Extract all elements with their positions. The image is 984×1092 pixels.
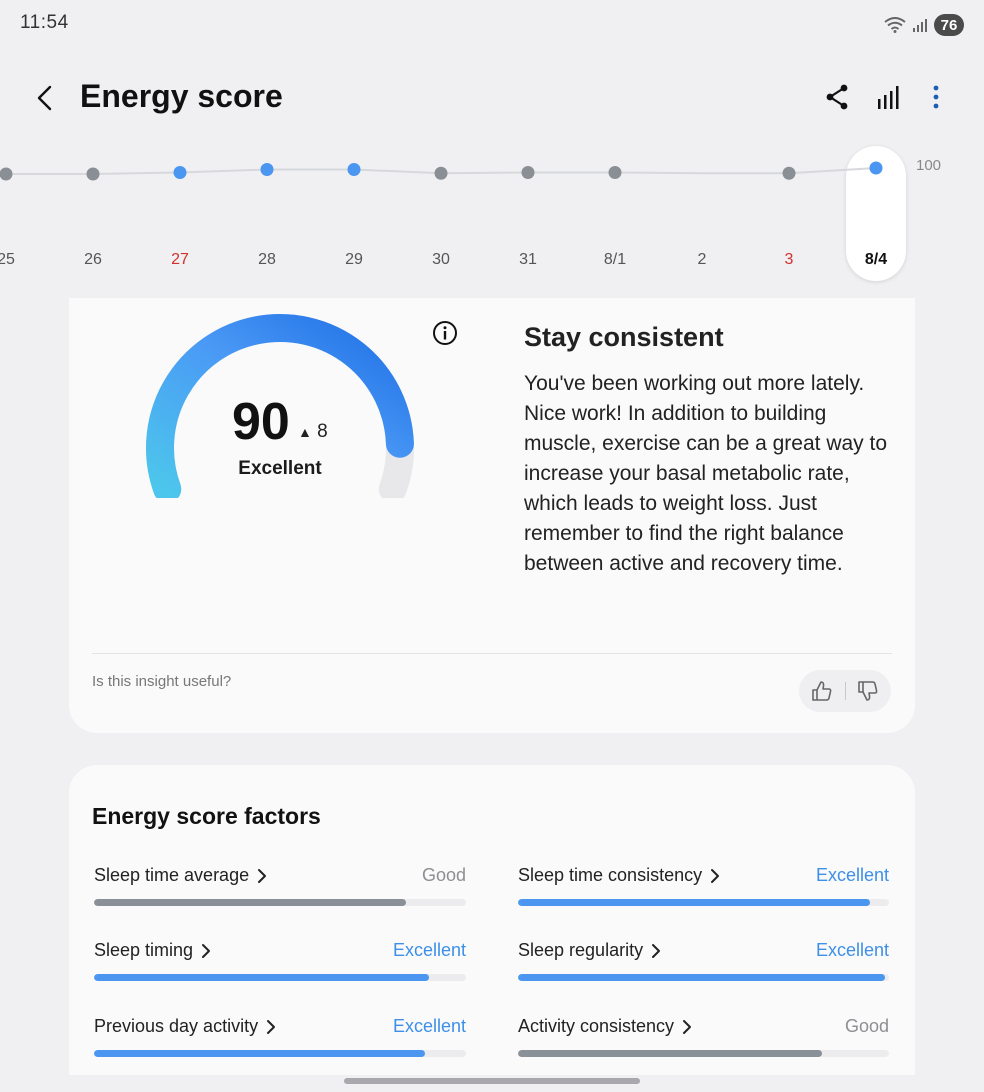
score-point-8-4[interactable] (869, 161, 883, 175)
factor-progress-fill (518, 974, 886, 981)
factor-progress-fill (518, 899, 871, 906)
factor-status: Excellent (392, 1016, 466, 1036)
date-label[interactable]: 25 (0, 251, 15, 269)
date-label[interactable]: 29 (345, 251, 363, 269)
battery-indicator: 76 (934, 14, 964, 36)
page-title: Energy score (80, 78, 283, 114)
factor-name: Activity consistency (518, 1016, 675, 1036)
factor-name: Sleep time consistency (518, 865, 703, 885)
score-point-26[interactable] (86, 167, 100, 181)
date-label[interactable]: 28 (258, 251, 276, 269)
chevron-right-icon (202, 943, 211, 958)
factor-name: Sleep time average (94, 865, 250, 885)
home-indicator[interactable] (344, 1078, 640, 1084)
chevron-right-icon (683, 1019, 692, 1034)
wifi-icon (884, 17, 906, 33)
score-point-3[interactable] (782, 166, 796, 180)
date-label[interactable]: 3 (785, 251, 794, 269)
score-delta-value: 8 (317, 421, 328, 442)
chevron-right-icon (711, 868, 720, 883)
factor-progress-fill (518, 1050, 823, 1057)
factor-progress-track (94, 1050, 466, 1057)
score-point-28[interactable] (260, 163, 274, 176)
factor-link[interactable]: Previous day activity (94, 1016, 278, 1037)
factor-link[interactable]: Sleep time average (94, 865, 269, 886)
score-point-29[interactable] (347, 163, 361, 176)
daily-score-chart (0, 161, 883, 181)
insight-body: You've been working out more lately. Nic… (524, 372, 888, 575)
up-triangle-icon: ▲ (298, 424, 312, 440)
date-label[interactable]: 31 (519, 251, 537, 269)
factor-progress-fill (94, 1050, 426, 1057)
factor-progress-track (94, 974, 466, 981)
factor-link[interactable]: Sleep time consistency (518, 865, 722, 886)
factor-name: Previous day activity (94, 1016, 259, 1036)
factor-link[interactable]: Sleep timing (94, 940, 213, 961)
factors-title: Energy score factors (92, 803, 321, 829)
factor-progress-track (518, 1050, 889, 1057)
status-icons: 76 (884, 12, 964, 38)
chevron-right-icon (652, 943, 661, 958)
bar-chart-icon[interactable] (874, 82, 904, 112)
factor-progress-track (518, 974, 889, 981)
factor-status: Excellent (392, 940, 466, 960)
chevron-right-icon (258, 868, 267, 883)
more-vertical-icon[interactable] (921, 82, 951, 112)
factor-name: Sleep regularity (518, 940, 644, 960)
factor-progress-track (518, 899, 889, 906)
score-rating: Excellent (238, 458, 322, 479)
factor-link[interactable]: Activity consistency (518, 1016, 694, 1037)
factor-progress-fill (94, 899, 407, 906)
factor-status: Good (844, 1016, 889, 1036)
factor-progress-fill (94, 974, 429, 981)
score-value: 90 (232, 393, 290, 451)
chevron-left-icon[interactable] (30, 82, 62, 114)
factor-status: Excellent (815, 865, 889, 885)
chart-max-label: 100 (916, 157, 942, 174)
date-label[interactable]: 30 (432, 251, 450, 269)
factor-name: Sleep timing (94, 940, 194, 960)
score-point-27[interactable] (173, 166, 187, 179)
info-icon[interactable] (432, 320, 458, 346)
share-icon[interactable] (822, 82, 852, 112)
score-point-8-1[interactable] (608, 166, 622, 179)
date-label[interactable]: 2 (698, 251, 707, 269)
factor-status: Excellent (815, 940, 889, 960)
chevron-right-icon (267, 1019, 276, 1034)
factor-status: Good (421, 865, 466, 885)
divider (92, 653, 892, 654)
date-label[interactable]: 8/1 (604, 251, 626, 269)
status-time: 11:54 (20, 12, 69, 33)
feedback-buttons (799, 670, 891, 712)
factor-link[interactable]: Sleep regularity (518, 940, 663, 961)
date-label[interactable]: 27 (171, 251, 189, 269)
thumbs-down-icon[interactable] (856, 679, 880, 703)
date-label[interactable]: 8/4 (865, 251, 887, 269)
score-delta: ▲ 8 (298, 421, 328, 443)
thumbs-up-icon[interactable] (810, 679, 834, 703)
score-point-31[interactable] (521, 166, 535, 179)
feedback-separator (844, 682, 846, 700)
insight-title: Stay consistent (524, 322, 724, 352)
signal-icon (913, 19, 927, 32)
score-point-25[interactable] (0, 167, 13, 181)
factor-progress-track (94, 899, 466, 906)
date-label[interactable]: 26 (84, 251, 102, 269)
feedback-question: Is this insight useful? (92, 673, 232, 690)
score-point-30[interactable] (434, 166, 448, 180)
